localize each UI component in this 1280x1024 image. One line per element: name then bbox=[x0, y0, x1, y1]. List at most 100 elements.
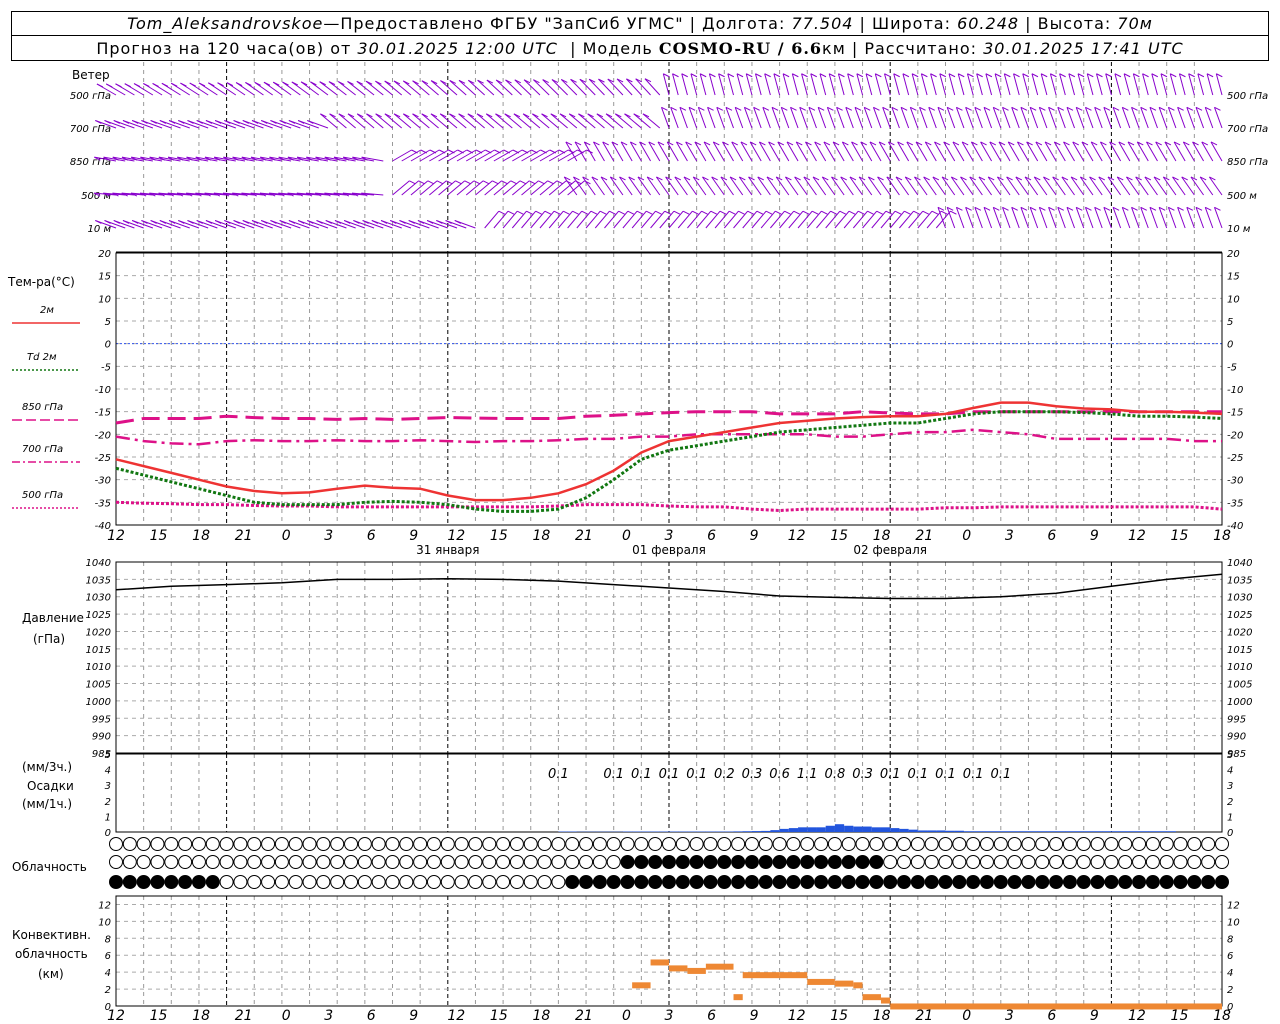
temp-tick-right: -35 bbox=[1227, 498, 1243, 509]
cloud-circle bbox=[330, 837, 345, 851]
bottom-time-tick: 0 bbox=[962, 1008, 971, 1024]
wind-barb bbox=[762, 107, 771, 129]
wind-barb bbox=[681, 73, 688, 96]
wind-barb bbox=[920, 73, 928, 96]
bottom-time-tick: 0 bbox=[282, 1008, 291, 1024]
wind-barb bbox=[631, 210, 647, 229]
precip-value: 0.2 bbox=[714, 767, 735, 782]
precip-bar bbox=[1028, 831, 1038, 832]
wind-barb bbox=[708, 73, 716, 96]
wind-barb bbox=[837, 73, 845, 96]
wind-barb bbox=[672, 73, 679, 96]
cloud-circle bbox=[855, 837, 870, 851]
cloud-circle bbox=[966, 875, 981, 889]
cloud-circle bbox=[1090, 875, 1105, 889]
cloud-circle bbox=[579, 837, 594, 851]
wind-barb bbox=[696, 210, 712, 229]
wind-barb bbox=[743, 107, 753, 129]
wind-barb bbox=[760, 210, 776, 229]
temp-tick-right: 20 bbox=[1227, 249, 1240, 260]
pressure-tick-right: 1005 bbox=[1227, 680, 1252, 691]
precip-bar bbox=[982, 831, 992, 832]
wind-barb bbox=[1049, 73, 1057, 96]
cloud-circle bbox=[675, 875, 690, 889]
time-tick-label: 15 bbox=[490, 528, 508, 544]
cloud-circle bbox=[426, 855, 441, 869]
convective-bar bbox=[733, 994, 743, 1001]
precip-value: 0.1 bbox=[548, 767, 569, 782]
cloud-circle bbox=[1118, 875, 1133, 889]
wind-barb bbox=[1011, 207, 1020, 229]
wind-barb bbox=[880, 210, 896, 229]
wind-barb-flag bbox=[609, 210, 616, 215]
time-tick-label: 3 bbox=[1005, 528, 1014, 544]
wind-barb-flag bbox=[553, 210, 561, 215]
wind-barb bbox=[983, 107, 993, 129]
wind-barb bbox=[900, 107, 910, 129]
cloud-circle bbox=[1132, 875, 1147, 889]
cloud-circle bbox=[247, 875, 262, 889]
wind-barb bbox=[1195, 207, 1205, 229]
precip-unit-1h: (мм/1ч.) bbox=[22, 797, 72, 811]
precip-value: 0.3 bbox=[742, 767, 763, 782]
cloud-circle bbox=[1104, 837, 1119, 851]
cloud-circle bbox=[537, 875, 552, 889]
convective-bar bbox=[650, 959, 669, 966]
wind-barb bbox=[1096, 73, 1103, 96]
wind-barb-flag bbox=[858, 210, 865, 215]
cloud-circle bbox=[1035, 855, 1050, 869]
convective-bar bbox=[687, 967, 706, 974]
wind-barb bbox=[902, 73, 910, 96]
wind-barb-flag bbox=[124, 83, 131, 88]
precip-bar bbox=[936, 830, 946, 832]
wind-barb bbox=[817, 107, 827, 129]
cloud-circle bbox=[827, 837, 842, 851]
convective-tick-right: 10 bbox=[1227, 917, 1240, 928]
time-tick-label: 18 bbox=[192, 528, 210, 544]
wind-barb-flag bbox=[464, 180, 471, 185]
pressure-tick-left: 1030 bbox=[86, 593, 111, 604]
precip-value: 1.1 bbox=[797, 767, 818, 782]
cloud-circle bbox=[385, 855, 400, 869]
wind-barb bbox=[816, 210, 831, 229]
cloud-circle bbox=[191, 875, 206, 889]
wind-barb bbox=[539, 210, 555, 229]
cloud-circle bbox=[468, 837, 483, 851]
time-tick-label: 12 bbox=[1128, 528, 1146, 544]
precip-bar bbox=[798, 827, 808, 832]
wind-barb-flag bbox=[636, 210, 644, 215]
bottom-time-tick: 18 bbox=[1213, 1008, 1231, 1024]
wind-barb-flag bbox=[510, 180, 517, 185]
cloud-circle bbox=[717, 875, 732, 889]
precip-bar bbox=[862, 826, 872, 832]
wind-barb bbox=[974, 107, 983, 129]
pressure-tick-left: 1040 bbox=[86, 558, 111, 569]
wind-barb-flag bbox=[189, 82, 196, 87]
wind-barb bbox=[1204, 107, 1214, 129]
precip-bar bbox=[871, 827, 881, 832]
cloud-circle bbox=[814, 837, 829, 851]
time-tick-label: 0 bbox=[962, 528, 971, 544]
precip-bar bbox=[1056, 831, 1066, 832]
pressure-tick-right: 1035 bbox=[1227, 575, 1252, 586]
cloud-circle bbox=[924, 875, 939, 889]
wind-barb bbox=[856, 73, 864, 96]
wind-barb-flag bbox=[692, 210, 699, 215]
precip-value: 0.6 bbox=[769, 767, 790, 782]
wind-barb bbox=[884, 73, 891, 96]
wind-barb bbox=[300, 81, 320, 96]
precip-value: 0.1 bbox=[908, 767, 929, 782]
cloud-circle bbox=[979, 855, 994, 869]
time-tick-label: 9 bbox=[409, 528, 418, 544]
wind-barb bbox=[976, 73, 983, 96]
precip-bar bbox=[853, 826, 863, 832]
precip-tick-left: 2 bbox=[105, 797, 111, 808]
wind-barb bbox=[899, 210, 914, 229]
pressure-title: Давление bbox=[22, 611, 84, 625]
wind-barb bbox=[773, 73, 781, 96]
cloud-circle bbox=[496, 837, 511, 851]
wind-barb-flag bbox=[867, 210, 874, 215]
cloud-circle bbox=[385, 837, 400, 851]
cloud-circle bbox=[150, 855, 165, 869]
pressure-unit: (гПа) bbox=[33, 632, 65, 646]
